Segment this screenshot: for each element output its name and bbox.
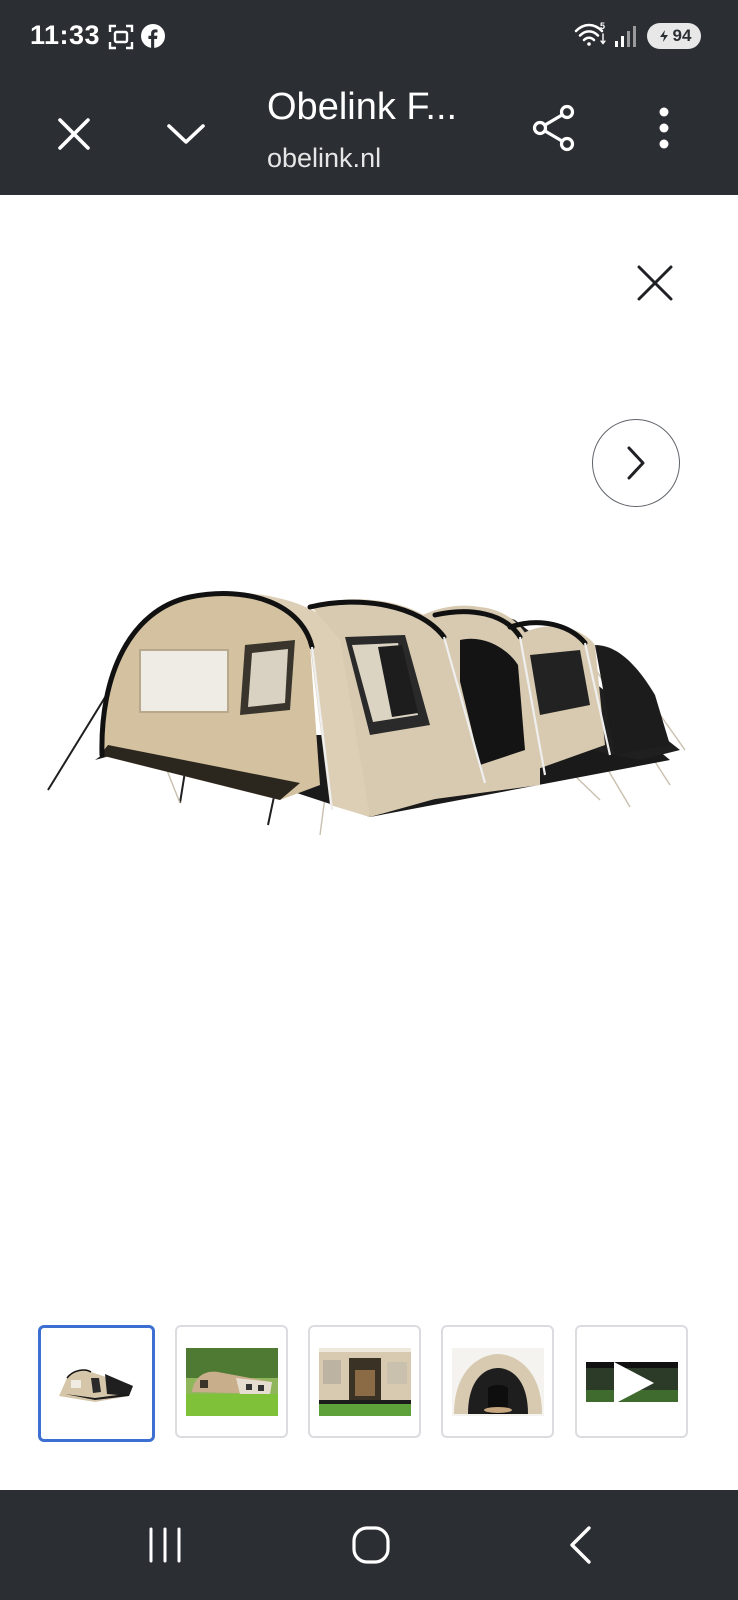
close-viewer-button[interactable] [627,255,683,311]
svg-text:5: 5 [600,21,605,31]
thumbnail-1[interactable] [38,1325,155,1442]
thumbnail-5-video[interactable] [575,1325,688,1438]
thumbnail-strip [0,1325,738,1445]
image-viewer [0,195,738,1490]
next-image-button[interactable] [592,419,680,507]
back-icon [570,1526,591,1564]
thumbnail-4[interactable] [441,1325,554,1438]
home-button[interactable] [331,1515,411,1575]
tent-outdoor-thumbnail [185,1347,278,1416]
tent-interior-thumbnail [451,1347,544,1416]
screenshot-icon [108,24,134,55]
minimize-button[interactable] [156,104,216,164]
page-title[interactable]: Obelink F... [267,86,457,129]
more-options-button[interactable] [634,98,694,158]
close-icon [637,265,673,301]
recent-apps-icon [149,1527,181,1563]
close-icon [58,118,90,150]
close-tab-button[interactable] [44,104,104,164]
play-icon [614,1362,654,1404]
thumbnail-3[interactable] [308,1325,421,1438]
battery-level: 94 [672,26,692,45]
home-icon [352,1526,390,1564]
battery-icon: 94 [647,23,701,49]
thumbnail-2[interactable] [175,1325,288,1438]
tent-thumbnail [58,1368,133,1402]
chevron-right-icon [627,446,645,480]
signal-icon [614,24,640,53]
share-icon [532,104,575,152]
system-nav-bar [0,1490,738,1600]
status-bar: 11:33 5 94 [0,0,738,74]
wifi-icon: 5 [574,21,608,54]
status-time: 11:33 [30,20,101,50]
share-button[interactable] [524,98,584,158]
tent-porch-thumbnail [318,1347,411,1416]
chevron-down-icon [167,124,205,144]
recent-apps-button[interactable] [125,1515,205,1575]
browser-toolbar: Obelink F... obelink.nl [0,74,738,195]
back-button[interactable] [540,1515,620,1575]
page-domain[interactable]: obelink.nl [267,143,381,174]
tent-image[interactable] [40,585,700,865]
facebook-icon [141,24,165,53]
more-vert-icon [659,107,669,149]
